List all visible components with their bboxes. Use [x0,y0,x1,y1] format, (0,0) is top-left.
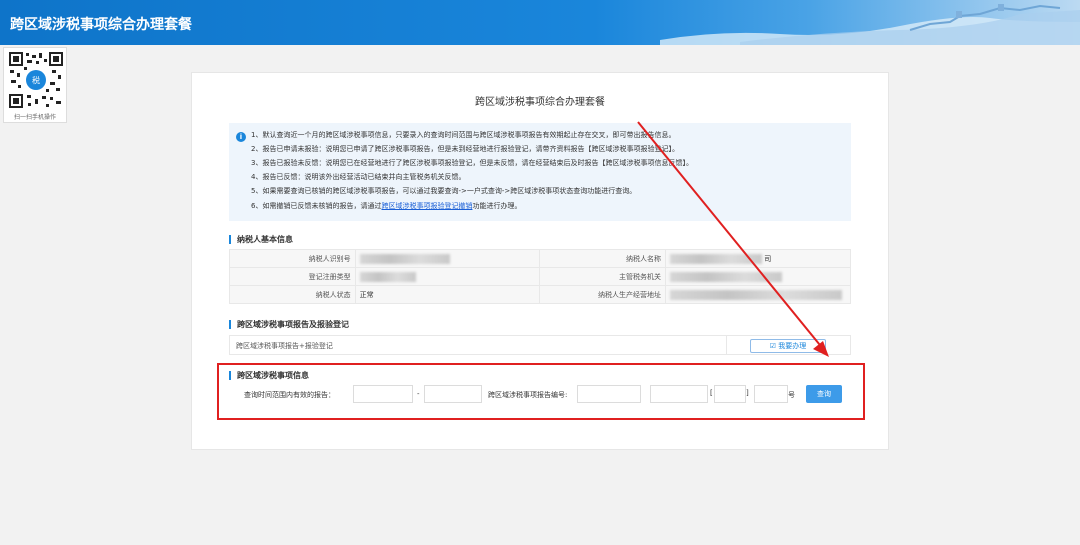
notice-line-6-suffix: 功能进行办理。 [472,202,522,210]
table-row: 纳税人状态 正常 纳税人生产经营地址 [229,285,851,304]
taxpayer-name-value: 司 [665,249,851,268]
taxpayer-section-title: 纳税人基本信息 [229,235,293,244]
svg-text:税: 税 [32,75,40,85]
app-header: 跨区域涉税事项综合办理套餐 [0,0,1080,45]
great-wall-banner-art [660,4,1080,45]
notice-line-6: 6、如需撤销已反馈未核销的报告，请通过跨区域涉税事项报验登记撤销功能进行办理。 [251,201,521,211]
info-icon: i [236,132,246,142]
registration-type-label: 登记注册类型 [229,267,356,286]
tax-authority-value [665,267,851,286]
taxpayer-id-value [354,249,541,268]
notice-line: 4、报告已反馈：说明该外出经营活动已结束并向主管税务机关反馈。 [251,173,466,181]
notice-line: 5、如果需要查询已核销的跨区域涉税事项报告，可以通过我要查询->一户式查询->跨… [251,187,637,195]
registration-type-value [354,267,541,286]
business-address-value [665,285,851,304]
page-title: 跨区域涉税事项综合办理套餐 [475,97,605,108]
cancel-registration-link[interactable]: 跨区域涉税事项报验登记撤销 [381,202,472,210]
notice-box: i 1、默认查询近一个月的跨区域涉税事项信息，只要录入的查询时间范围与跨区域涉税… [229,123,851,221]
report-registration-text: 跨区域涉税事项报告+报验登记 [236,342,333,350]
taxpayer-status-value: 正常 [354,285,541,304]
report-registration-row: 跨区域涉税事项报告+报验登记 ☑ 我要办理 [229,335,851,355]
taxpayer-info-table: 纳税人识别号 纳税人名称 司 登记注册类型 主管税务机关 纳税人状态 正常 纳税… [229,249,851,304]
notice-line: 2、报告已申请未报验：说明您已申请了跨区涉税事项报告，但是未到经营地进行报验登记… [251,145,679,153]
apply-button[interactable]: ☑ 我要办理 [750,339,826,353]
business-address-label: 纳税人生产经营地址 [539,285,666,304]
qr-code-icon: 税 [8,51,64,109]
notice-line: 3、报告已报验未反馈：说明您已在经营地进行了跨区涉税事项报验登记，但是未反馈，请… [251,159,693,167]
taxpayer-id-label: 纳税人识别号 [229,249,356,268]
taxpayer-status-label: 纳税人状态 [229,285,356,304]
qr-code-label: 扫一扫手机操作 [13,114,56,121]
report-section-title: 跨区域涉税事项报告及报验登记 [229,320,349,329]
notice-line-6-prefix: 6、如需撤销已反馈未核销的报告，请通过 [251,202,382,210]
app-title: 跨区域涉税事项综合办理套餐 [10,17,192,33]
annotation-highlight-box [217,363,865,420]
taxpayer-name-suffix: 司 [764,254,772,263]
qr-code-card[interactable]: 税 扫一扫手机操作 [3,47,67,123]
table-row: 登记注册类型 主管税务机关 [229,267,851,286]
tax-authority-label: 主管税务机关 [539,267,666,286]
divider [726,336,727,354]
taxpayer-name-label: 纳税人名称 [539,249,666,268]
table-row: 纳税人识别号 纳税人名称 司 [229,249,851,268]
notice-line: 1、默认查询近一个月的跨区域涉税事项信息，只要录入的查询时间范围与跨区域涉税事项… [251,131,676,139]
